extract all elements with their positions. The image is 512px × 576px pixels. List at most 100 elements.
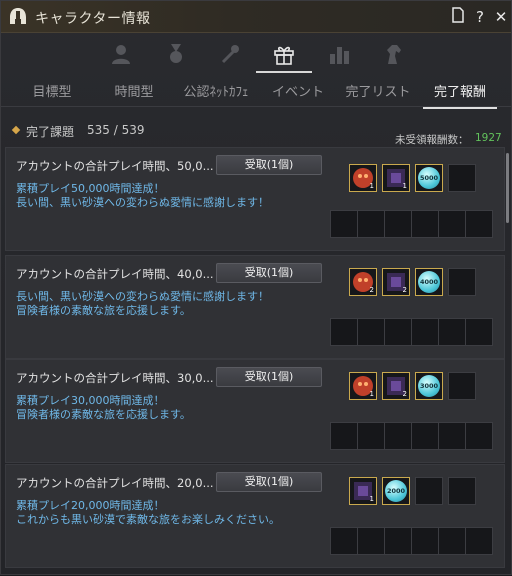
tools-tab[interactable] <box>211 38 251 70</box>
tab-net-cafe[interactable]: 公認ﾈｯﾄｶﾌｪ <box>175 81 257 107</box>
summary-bar: 完了課題 535 / 539 未受領報酬数： 1927 <box>1 119 511 146</box>
empty-item-slot <box>465 318 493 346</box>
list-scrollbar[interactable] <box>506 153 509 223</box>
empty-item-slot <box>357 318 385 346</box>
reward-item-slot[interactable]: 1 <box>382 164 410 192</box>
item-quantity: 2 <box>402 390 407 398</box>
reward-item-slot[interactable]: 3000 <box>415 372 443 400</box>
reward-title: アカウントの合計プレイ時間、20,0... <box>16 476 214 490</box>
empty-item-slot <box>465 422 493 450</box>
empty-item-slot <box>330 210 358 238</box>
profile-tab[interactable] <box>101 38 141 70</box>
empty-item-slot <box>415 477 443 505</box>
empty-item-slot <box>438 422 466 450</box>
item-quantity: 1 <box>369 182 374 190</box>
receive-button[interactable]: 受取(1個) <box>216 263 322 283</box>
receive-button[interactable]: 受取(1個) <box>216 367 322 387</box>
reward-title: アカウントの合計プレイ時間、30,0... <box>16 371 214 385</box>
silver-coin-icon: 3000 <box>418 375 440 397</box>
silver-coin-icon: 2000 <box>385 480 407 502</box>
reward-list[interactable]: アカウントの合計プレイ時間、50,0... 受取(1個) 累積プレイ50,000… <box>5 147 505 576</box>
empty-item-slot <box>411 318 439 346</box>
empty-item-slot <box>384 318 412 346</box>
receive-button[interactable]: 受取(1個) <box>216 472 322 492</box>
reward-item-slot[interactable]: 2 <box>382 268 410 296</box>
receive-button[interactable]: 受取(1個) <box>216 155 322 175</box>
reward-title: アカウントの合計プレイ時間、50,0... <box>16 159 214 173</box>
helmet-icon <box>10 8 26 24</box>
reward-description: 累積プレイ50,000時間達成！ 長い間、黒い砂漠への変わらぬ愛情に感謝します！ <box>16 182 269 209</box>
reward-card: アカウントの合計プレイ時間、20,0... 受取(1個) 累積プレイ20,000… <box>5 464 505 568</box>
stats-tab[interactable] <box>319 38 359 70</box>
reward-item-slot[interactable]: 1 <box>349 477 377 505</box>
gift-tab[interactable] <box>256 38 312 73</box>
tab-completed-rewards[interactable]: 完了報酬 <box>419 81 501 109</box>
reward-item-slot[interactable]: 4000 <box>415 268 443 296</box>
empty-item-slot <box>438 318 466 346</box>
empty-item-slot <box>357 422 385 450</box>
empty-item-slot <box>384 422 412 450</box>
reward-item-slot[interactable]: 1 <box>349 164 377 192</box>
item-quantity: 1 <box>369 390 374 398</box>
empty-item-slot <box>448 164 476 192</box>
medal-tab[interactable] <box>156 38 196 70</box>
empty-item-slot <box>438 210 466 238</box>
tab-goal[interactable]: 目標型 <box>11 81 93 107</box>
gift-icon <box>274 46 294 65</box>
empty-item-slot <box>384 210 412 238</box>
empty-item-slot <box>330 422 358 450</box>
reward-item-slot[interactable]: 2 <box>382 372 410 400</box>
item-quantity: 2 <box>369 286 374 294</box>
empty-item-slot <box>411 422 439 450</box>
completed-tasks-label: 完了課題 <box>26 125 75 139</box>
reward-item-slot[interactable]: 5000 <box>415 164 443 192</box>
unclaimed-rewards-label: 未受領報酬数： <box>395 134 469 146</box>
reward-item-slot[interactable]: 2000 <box>382 477 410 505</box>
horse-icon <box>387 45 401 64</box>
title-bar[interactable]: キャラクター情報 ? ✕ <box>1 1 511 33</box>
character-info-window: キャラクター情報 ? ✕ 目標型 時間型 公認ﾈｯﾄｶﾌｪ イベント 完了リスト… <box>0 0 512 575</box>
reward-card: アカウントの合計プレイ時間、40,0... 受取(1個) 長い間、黒い砂漠への変… <box>5 255 505 359</box>
empty-item-slot <box>448 268 476 296</box>
icon-tab-bar <box>1 34 511 74</box>
sub-tab-bar: 目標型 時間型 公認ﾈｯﾄｶﾌｪ イベント 完了リスト 完了報酬 <box>1 77 511 109</box>
item-quantity: 1 <box>369 495 374 503</box>
silver-coin-icon: 5000 <box>418 167 440 189</box>
window-title: キャラクター情報 <box>35 11 151 27</box>
tab-event[interactable]: イベント <box>257 81 339 107</box>
empty-item-slot <box>384 527 412 555</box>
empty-item-slot <box>465 210 493 238</box>
reward-title: アカウントの合計プレイ時間、40,0... <box>16 267 214 281</box>
empty-item-slot <box>448 477 476 505</box>
medal-icon <box>170 44 182 63</box>
diamond-bullet-icon <box>11 125 21 135</box>
reward-item-slot[interactable]: 2 <box>349 268 377 296</box>
empty-item-slot <box>357 210 385 238</box>
tab-time[interactable]: 時間型 <box>93 81 175 107</box>
reward-description: 長い間、黒い砂漠への変わらぬ愛情に感謝します！ 冒険者様の素敵な旅を応援します。 <box>16 290 269 317</box>
empty-item-slot <box>448 372 476 400</box>
reward-card: アカウントの合計プレイ時間、50,0... 受取(1個) 累積プレイ50,000… <box>5 147 505 251</box>
reward-description: 累積プレイ20,000時間達成！ これからも黒い砂漠で素敵な旅をお楽しみください… <box>16 499 280 526</box>
reward-item-slot[interactable]: 1 <box>349 372 377 400</box>
empty-item-slot <box>438 527 466 555</box>
empty-item-slot <box>411 527 439 555</box>
silver-coin-icon: 4000 <box>418 271 440 293</box>
tab-completed-list[interactable]: 完了リスト <box>337 81 419 107</box>
person-icon <box>112 45 130 64</box>
close-button[interactable]: ✕ <box>492 7 510 27</box>
completed-tasks-count: 535 / 539 <box>87 123 145 137</box>
unclaimed-rewards-count: 1927 <box>475 132 502 144</box>
reward-description: 累積プレイ30,000時間達成！ 冒険者様の素敵な旅を応援します。 <box>16 394 191 421</box>
bar-chart-icon <box>330 47 349 64</box>
item-quantity: 1 <box>402 182 407 190</box>
horse-tab[interactable] <box>374 38 414 70</box>
export-icon[interactable] <box>449 7 467 27</box>
empty-item-slot <box>465 527 493 555</box>
item-quantity: 2 <box>402 286 407 294</box>
tools-icon <box>221 45 239 64</box>
empty-item-slot <box>357 527 385 555</box>
reward-card: アカウントの合計プレイ時間、30,0... 受取(1個) 累積プレイ30,000… <box>5 359 505 463</box>
help-button[interactable]: ? <box>471 7 489 27</box>
empty-item-slot <box>330 527 358 555</box>
